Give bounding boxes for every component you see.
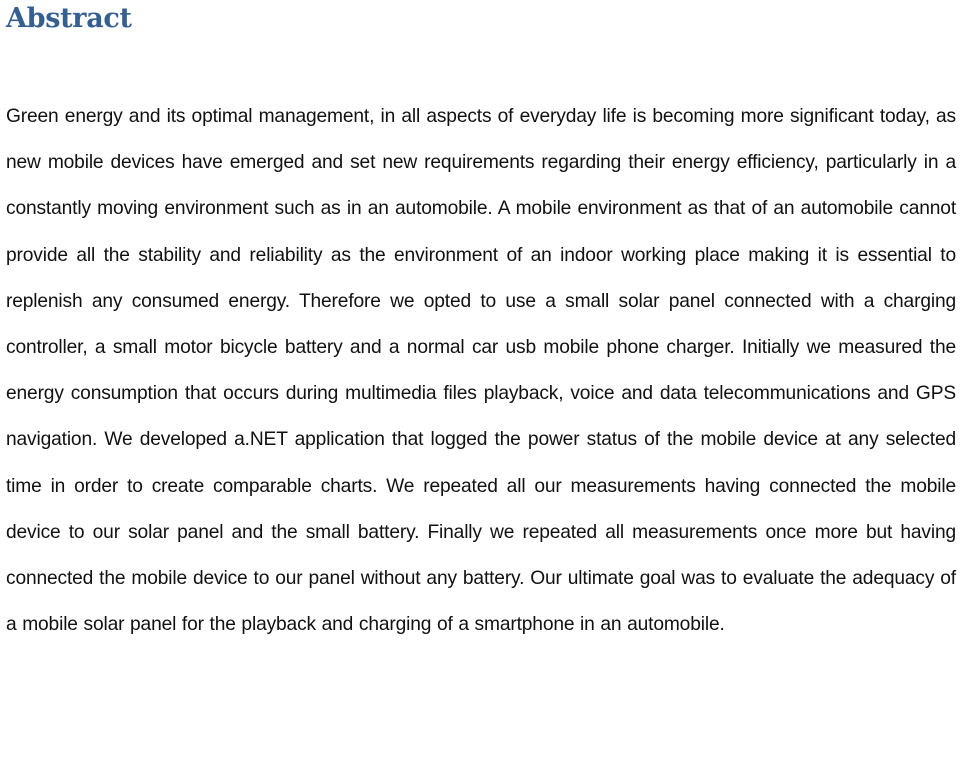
section-heading: Abstract [6,3,132,34]
abstract-paragraph: Green energy and its optimal management,… [6,106,956,636]
